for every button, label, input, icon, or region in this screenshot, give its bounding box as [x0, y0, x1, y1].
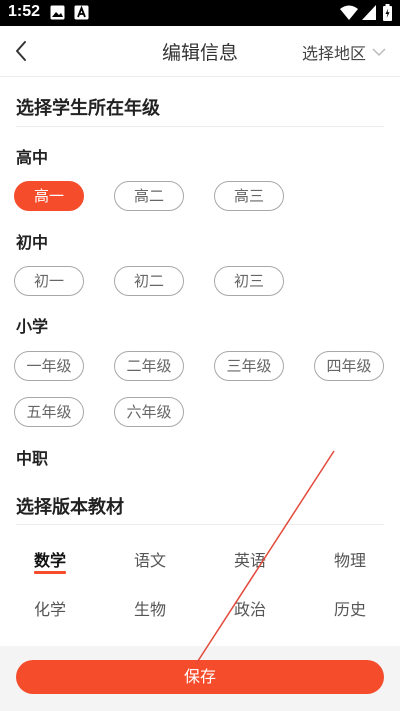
- chevron-left-icon[interactable]: [10, 38, 34, 64]
- grade-pill-middle-3[interactable]: 初三: [214, 266, 284, 296]
- subject-tab-biology[interactable]: 生物: [110, 596, 190, 620]
- grade-pill-primary-6[interactable]: 六年级: [114, 397, 184, 427]
- battery-icon: [383, 4, 392, 21]
- region-selector[interactable]: 选择地区: [302, 41, 386, 63]
- subject-tab-math[interactable]: 数学: [10, 547, 90, 571]
- grade-pill-primary-4[interactable]: 四年级: [314, 351, 384, 381]
- subject-tab-english[interactable]: 英语: [210, 547, 290, 571]
- a-app-icon: [74, 5, 89, 20]
- save-button[interactable]: 保存: [16, 660, 384, 694]
- signal-icon: [362, 5, 376, 20]
- region-label: 选择地区: [301, 44, 366, 63]
- group-label-middle: 初中: [16, 233, 49, 252]
- grade-pill-primary-1[interactable]: 一年级: [14, 351, 84, 381]
- grade-heading: 选择学生所在年级: [16, 98, 160, 119]
- group-label-primary: 小学: [16, 317, 49, 336]
- group-label-high: 高中: [16, 148, 49, 167]
- divider: [16, 524, 384, 525]
- grade-pill-high-2[interactable]: 高二: [114, 181, 184, 211]
- chevron-down-icon: [372, 48, 386, 57]
- grade-pill-high-3[interactable]: 高三: [214, 181, 284, 211]
- status-time: 1:52: [8, 3, 41, 20]
- group-label-vocational: 中职: [16, 449, 49, 468]
- divider: [16, 126, 384, 127]
- status-bar: 1:52: [0, 0, 400, 26]
- subject-tab-chemistry[interactable]: 化学: [10, 596, 90, 620]
- wifi-icon: [340, 5, 358, 20]
- grade-pill-primary-5[interactable]: 五年级: [14, 397, 84, 427]
- grade-pill-primary-3[interactable]: 三年级: [214, 351, 284, 381]
- subject-tab-history[interactable]: 历史: [310, 596, 390, 620]
- grade-pill-middle-2[interactable]: 初二: [114, 266, 184, 296]
- grade-pill-middle-1[interactable]: 初一: [14, 266, 84, 296]
- nav-bar: 编辑信息 选择地区: [0, 26, 400, 77]
- subject-tab-chinese[interactable]: 语文: [110, 547, 190, 571]
- image-icon: [50, 5, 65, 20]
- subject-tab-physics[interactable]: 物理: [310, 547, 390, 571]
- textbook-heading: 选择版本教材: [16, 497, 124, 518]
- grade-pill-high-1[interactable]: 高一: [14, 181, 84, 211]
- subject-active-indicator: [34, 571, 66, 574]
- subject-tab-politics[interactable]: 政治: [210, 596, 290, 620]
- grade-pill-primary-2[interactable]: 二年级: [114, 351, 184, 381]
